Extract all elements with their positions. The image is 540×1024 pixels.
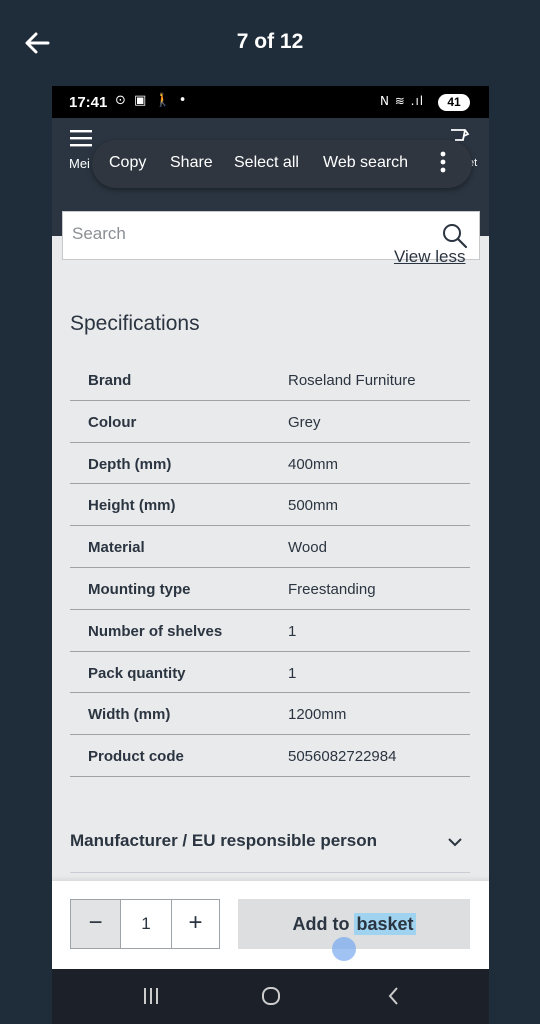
- increase-quantity-button[interactable]: +: [171, 900, 219, 948]
- manufacturer-accordion[interactable]: Manufacturer / EU responsible person: [70, 831, 377, 851]
- select-all-button[interactable]: Select all: [234, 154, 299, 172]
- spec-key: Material: [88, 539, 145, 557]
- spec-value: 5056082722984: [288, 748, 397, 766]
- copy-button[interactable]: Copy: [109, 154, 146, 172]
- more-options-icon[interactable]: [439, 150, 447, 174]
- specifications-heading: Specifications: [70, 312, 200, 335]
- table-row: Width (mm) 1200mm: [70, 693, 470, 736]
- spec-key: Depth (mm): [88, 455, 172, 473]
- image-viewer-header: 7 of 12: [0, 0, 540, 86]
- divider: [70, 872, 470, 873]
- spec-value: Roseland Furniture: [288, 372, 416, 389]
- image-counter: 7 of 12: [236, 30, 304, 53]
- spec-key: Number of shelves: [88, 622, 223, 640]
- quantity-stepper: − 1 +: [70, 899, 220, 949]
- spec-value: 500mm: [288, 497, 339, 515]
- signal-icons: N ≋ .ıl: [380, 94, 425, 108]
- specifications-table: Brand Roseland Furniture Colour Grey Depth…: [70, 359, 470, 777]
- chevron-down-icon[interactable]: [448, 836, 462, 848]
- spec-key: Width (mm): [88, 706, 171, 724]
- table-row: Mounting type Freestanding: [70, 568, 470, 610]
- touch-indicator: [332, 937, 356, 961]
- spec-key: Colour: [88, 413, 137, 431]
- status-bar: 17:41 ⊙ ▣ 🚶 • N ≋ .ıl 41: [52, 86, 489, 118]
- spec-value: Freestanding: [288, 580, 376, 598]
- table-row: Pack quantity 1: [70, 652, 470, 694]
- app-header: Mei et Copy Share Select all Web search: [52, 118, 489, 260]
- spec-key: Pack quantity: [88, 664, 186, 682]
- spec-value: Grey: [288, 413, 321, 431]
- recent-apps-icon[interactable]: [139, 984, 163, 1008]
- web-search-button[interactable]: Web search: [323, 154, 408, 172]
- view-less-link[interactable]: View less: [394, 247, 466, 267]
- notification-icons: ⊙ ▣ 🚶 •: [115, 93, 189, 108]
- table-row: Colour Grey: [70, 401, 470, 443]
- table-row: Brand Roseland Furniture: [70, 359, 470, 401]
- decrease-quantity-button[interactable]: −: [71, 900, 121, 948]
- spec-value: 1: [288, 664, 297, 682]
- add-to-label: Add to: [292, 914, 355, 934]
- spec-value: 400mm: [288, 455, 339, 473]
- table-row: Material Wood: [70, 526, 470, 568]
- back-nav-icon[interactable]: [382, 984, 406, 1008]
- spec-key: Product code: [88, 748, 184, 766]
- menu-label: Mei: [69, 156, 90, 171]
- table-row: Depth (mm) 400mm: [70, 443, 470, 485]
- table-row: Number of shelves 1: [70, 610, 470, 652]
- add-to-basket-bar: − 1 + Add to basket: [52, 881, 489, 969]
- home-icon[interactable]: [259, 984, 283, 1008]
- spec-value: 1200mm: [288, 706, 347, 724]
- spec-value: Wood: [288, 539, 327, 557]
- table-row: Product code 5056082722984: [70, 735, 470, 777]
- quantity-value[interactable]: 1: [121, 900, 171, 948]
- selected-text: basket: [354, 913, 416, 935]
- spec-key: Height (mm): [88, 497, 176, 515]
- spec-value: 1: [288, 622, 297, 640]
- hamburger-menu-icon[interactable]: [70, 128, 92, 148]
- battery-icon: 41: [438, 94, 470, 111]
- status-time: 17:41: [69, 94, 108, 111]
- phone-screenshot: 17:41 ⊙ ▣ 🚶 • N ≋ .ıl 41 Mei et Copy Sha…: [52, 86, 489, 1024]
- spec-key: Mounting type: [88, 580, 191, 598]
- spec-key: Brand: [88, 372, 132, 389]
- text-selection-menu: Copy Share Select all Web search: [92, 140, 472, 188]
- search-icon[interactable]: [441, 222, 469, 250]
- share-button[interactable]: Share: [170, 154, 213, 172]
- table-row: Height (mm) 500mm: [70, 484, 470, 527]
- android-nav-bar: [52, 969, 489, 1024]
- search-input[interactable]: [72, 224, 412, 244]
